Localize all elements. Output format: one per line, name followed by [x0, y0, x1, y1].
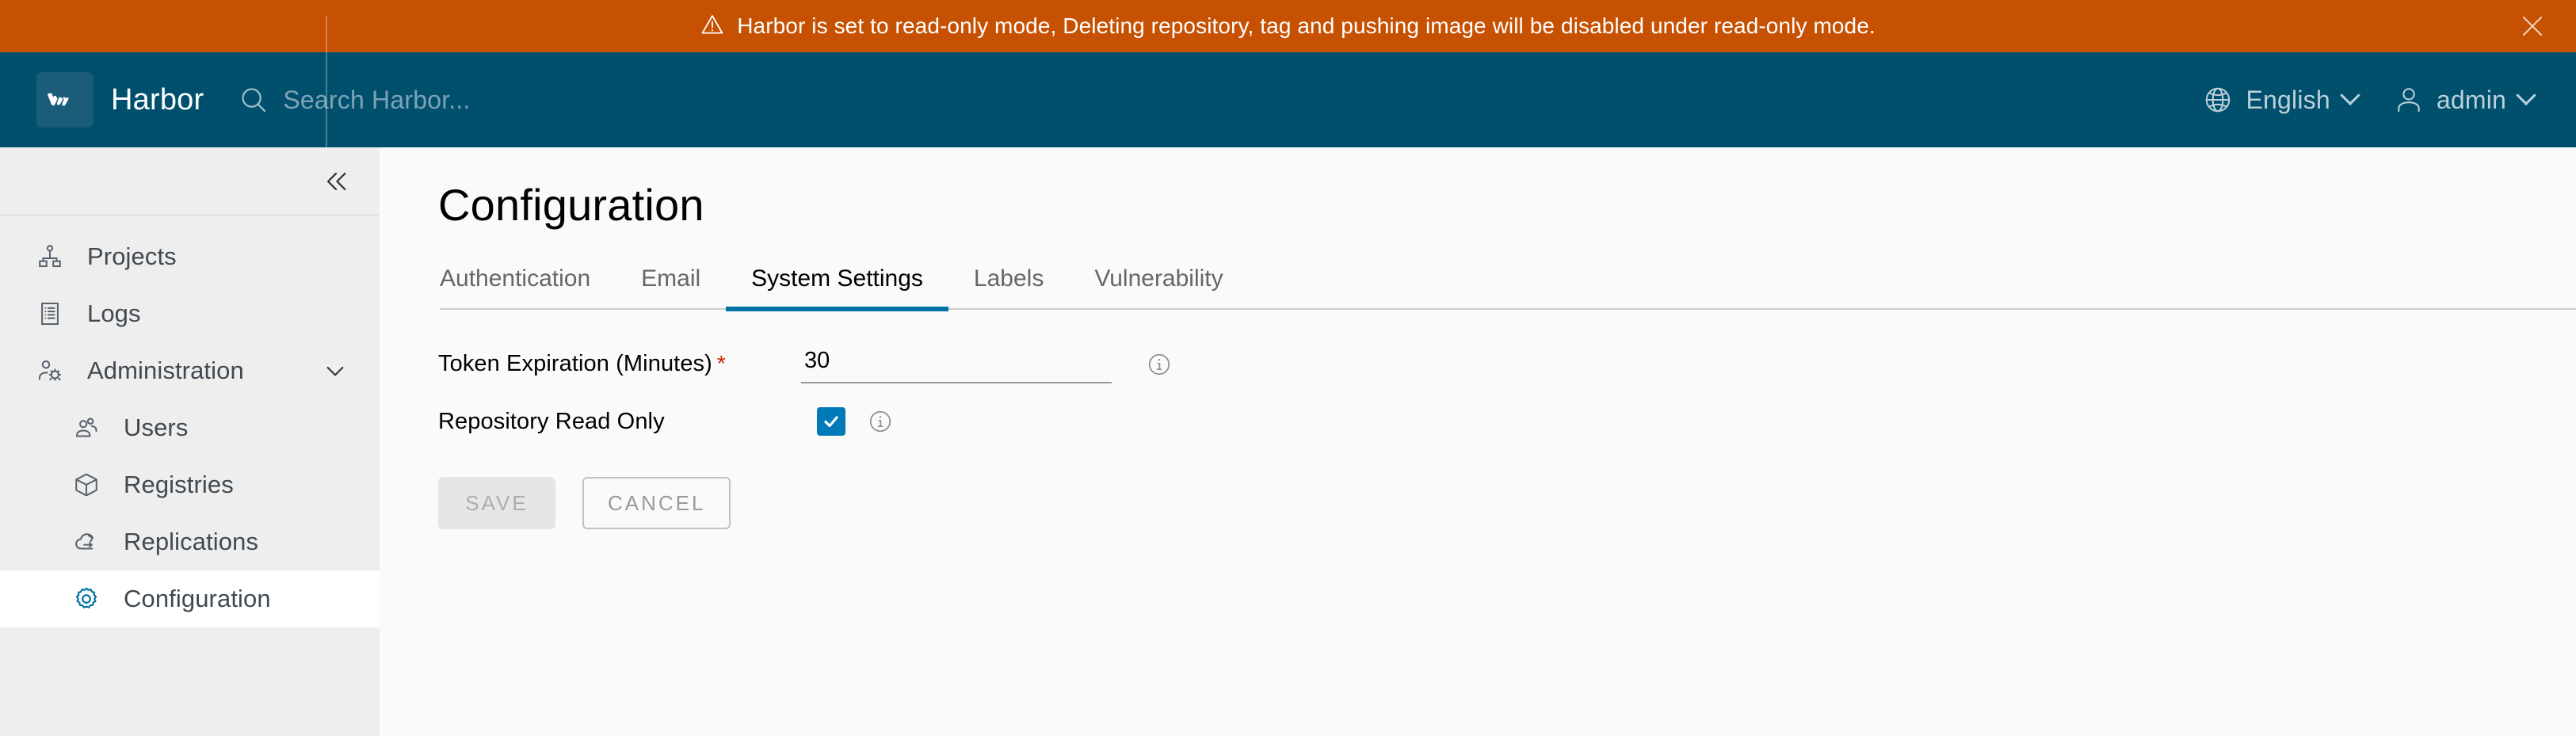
- page-body: Projects Logs Administration Users Regis…: [0, 147, 2576, 736]
- info-circle-icon[interactable]: [868, 409, 893, 434]
- search-input[interactable]: Search Harbor...: [239, 85, 470, 115]
- token-expiration-row: Token Expiration (Minutes) *: [438, 345, 2576, 383]
- replications-icon: [73, 528, 108, 555]
- sidebar-nav: Projects Logs Administration Users Regis…: [0, 215, 380, 627]
- configuration-gear-icon: [73, 585, 108, 612]
- language-label: English: [2246, 85, 2330, 114]
- config-tabs: Authentication Email System Settings Lab…: [440, 257, 2576, 311]
- header-vertical-divider: [326, 16, 327, 147]
- repository-read-only-label: Repository Read Only: [438, 408, 665, 434]
- sidebar-item-projects[interactable]: Projects: [0, 228, 380, 285]
- logs-icon: [36, 300, 71, 327]
- tab-authentication[interactable]: Authentication: [440, 257, 616, 311]
- chevron-down-icon: [2516, 85, 2536, 106]
- main-content: Configuration Authentication Email Syste…: [380, 147, 2576, 736]
- sidebar-item-label: Users: [124, 414, 189, 441]
- sidebar-item-label: Projects: [87, 242, 177, 270]
- sidebar-collapse-row: [0, 147, 380, 215]
- app-header: Harbor Search Harbor... English admin: [0, 16, 2576, 147]
- system-settings-form: Token Expiration (Minutes)* Repository R…: [438, 345, 2576, 529]
- tab-system-settings[interactable]: System Settings: [726, 257, 948, 311]
- sidebar-item-label: Logs: [87, 299, 141, 327]
- sidebar-item-logs[interactable]: Logs: [0, 285, 380, 342]
- search-placeholder-text: Search Harbor...: [283, 85, 471, 114]
- administration-icon: [36, 357, 71, 384]
- repository-read-only-row: Repository Read Only: [438, 407, 2576, 436]
- token-expiration-label: Token Expiration (Minutes) *: [438, 351, 801, 377]
- banner-message: Harbor is set to read-only mode, Deletin…: [737, 13, 1876, 38]
- tab-email[interactable]: Email: [616, 257, 726, 311]
- sidebar-item-label: Replications: [124, 528, 259, 555]
- search-icon: [239, 85, 269, 115]
- read-only-mode-banner: Harbor is set to read-only mode, Deletin…: [0, 0, 2576, 52]
- vmware-logo-icon: [36, 72, 93, 128]
- brand-area[interactable]: Harbor: [36, 72, 204, 128]
- header-actions: English admin: [2203, 85, 2536, 115]
- sidebar-item-label: Administration: [87, 357, 244, 384]
- brand-title: Harbor: [111, 82, 204, 116]
- chevron-down-icon[interactable]: [322, 358, 348, 383]
- token-expiration-label-text: Token Expiration (Minutes): [438, 351, 712, 376]
- sidebar-item-registries[interactable]: Registries: [0, 456, 380, 513]
- sidebar-item-label: Configuration: [124, 585, 271, 612]
- token-expiration-input[interactable]: [801, 345, 1112, 383]
- cancel-button[interactable]: CANCEL: [582, 477, 731, 529]
- sidebar-item-users[interactable]: Users: [0, 399, 380, 456]
- tab-vulnerability[interactable]: Vulnerability: [1069, 257, 1248, 311]
- info-circle-icon[interactable]: [1147, 352, 1172, 377]
- tab-labels[interactable]: Labels: [948, 257, 1069, 311]
- registries-icon: [73, 471, 108, 498]
- account-menu[interactable]: admin: [2394, 85, 2536, 115]
- repository-read-only-checkbox[interactable]: [817, 407, 845, 436]
- close-icon[interactable]: [2517, 11, 2547, 41]
- warning-triangle-icon: [700, 13, 724, 40]
- form-actions: SAVE CANCEL: [438, 477, 2576, 529]
- required-marker: *: [716, 351, 726, 376]
- banner-content: Harbor is set to read-only mode, Deletin…: [700, 13, 1876, 40]
- sidebar-item-label: Registries: [124, 471, 234, 498]
- double-chevron-left-icon[interactable]: [322, 168, 349, 195]
- page-title: Configuration: [438, 180, 704, 230]
- projects-icon: [36, 243, 71, 270]
- language-selector[interactable]: English: [2203, 85, 2360, 115]
- user-icon: [2394, 85, 2424, 115]
- account-label: admin: [2436, 85, 2506, 114]
- sidebar-item-replications[interactable]: Replications: [0, 513, 380, 570]
- users-icon: [73, 414, 108, 441]
- sidebar: Projects Logs Administration Users Regis…: [0, 147, 380, 736]
- save-button[interactable]: SAVE: [438, 477, 555, 529]
- chevron-down-icon: [2340, 85, 2360, 106]
- sidebar-item-configuration[interactable]: Configuration: [0, 570, 380, 627]
- sidebar-item-administration[interactable]: Administration: [0, 342, 380, 399]
- globe-icon: [2203, 85, 2233, 115]
